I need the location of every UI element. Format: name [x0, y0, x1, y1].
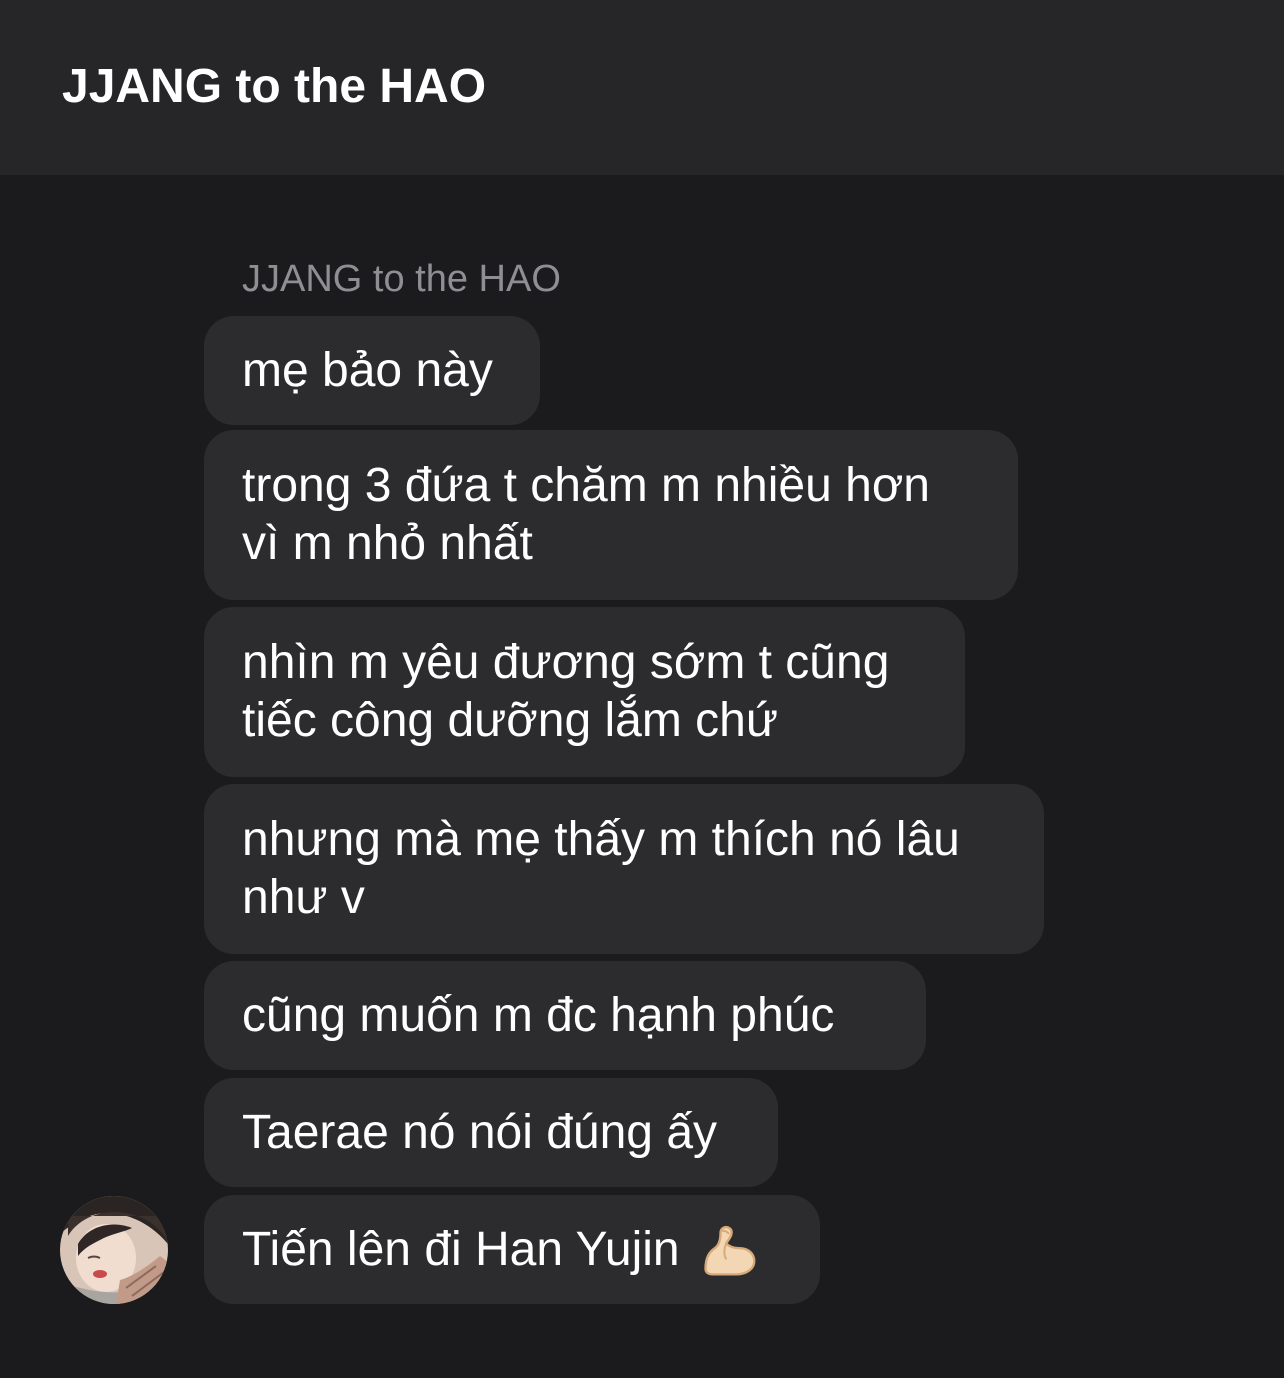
message-text: nhưng mà mẹ thấy m thích nó lâu như v [242, 813, 960, 924]
avatar-image [60, 1196, 168, 1304]
message-text: Taerae nó nói đúng ấy [242, 1105, 718, 1159]
message-bubble[interactable]: Taerae nó nói đúng ấy [204, 1078, 778, 1187]
message-bubble[interactable]: mẹ bảo này [204, 316, 540, 425]
sender-name: JJANG to the HAO [242, 258, 561, 300]
message-bubble[interactable]: nhưng mà mẹ thấy m thích nó lâu như v [204, 784, 1044, 954]
message-text: mẹ bảo này [242, 343, 493, 397]
message-bubble[interactable]: cũng muốn m đc hạnh phúc [204, 961, 926, 1070]
flexed-biceps-icon [703, 1225, 756, 1276]
message-text: Tiến lên đi Han Yujin [242, 1222, 680, 1276]
message-bubble[interactable]: Tiến lên đi Han Yujin [204, 1195, 820, 1304]
message-text: cũng muốn m đc hạnh phúc [242, 988, 835, 1042]
message-text: trong 3 đứa t chăm m nhiều hơn vì m nhỏ … [242, 459, 930, 570]
message-bubble[interactable]: nhìn m yêu đương sớm t cũng tiếc công dư… [204, 607, 965, 777]
avatar[interactable] [60, 1196, 168, 1304]
chat-title[interactable]: JJANG to the HAO [62, 58, 486, 116]
message-bubble[interactable]: trong 3 đứa t chăm m nhiều hơn vì m nhỏ … [204, 430, 1018, 600]
message-text: nhìn m yêu đương sớm t cũng tiếc công dư… [242, 636, 890, 747]
chat-header: JJANG to the HAO [0, 0, 1284, 175]
